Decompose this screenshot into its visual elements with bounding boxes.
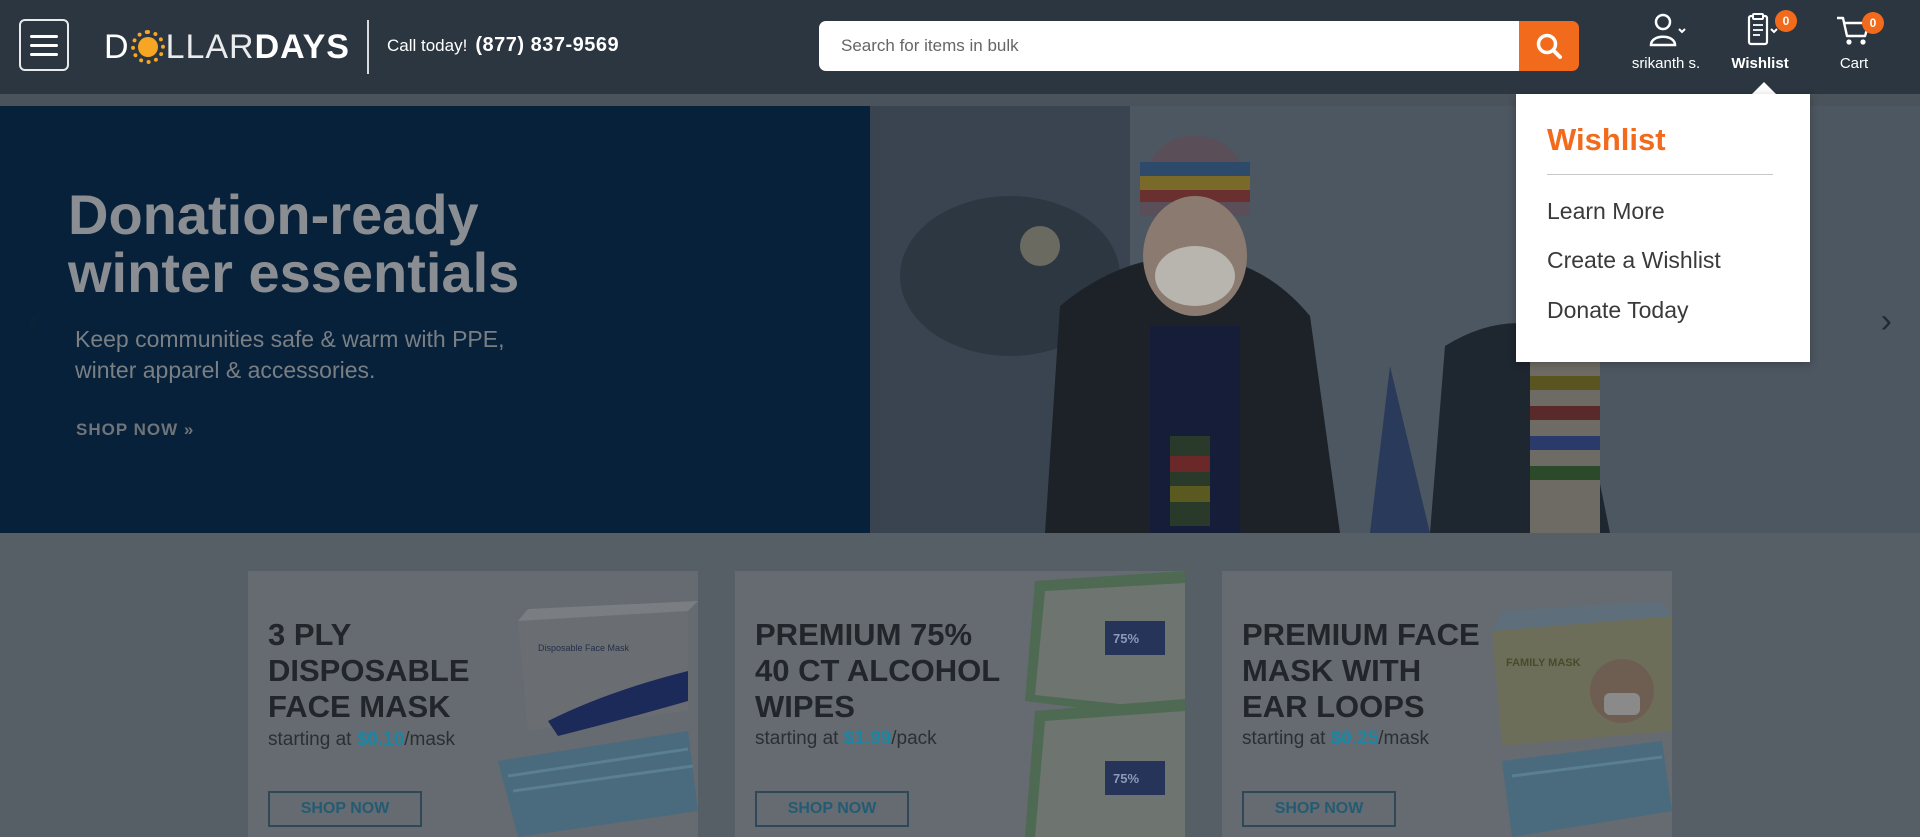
hero-subtitle-line: winter apparel & accessories. [75, 357, 376, 383]
shop-now-button[interactable]: SHOP NOW [1242, 791, 1396, 827]
wishlist-menu[interactable]: Wishlist 0 [1727, 10, 1797, 72]
call-info: Call today! (877) 837-9569 [387, 34, 619, 57]
shop-now-button[interactable]: SHOP NOW [268, 791, 422, 827]
cart-menu[interactable]: Cart 0 [1830, 12, 1884, 72]
promo-card[interactable]: PREMIUM 75% 40 CT ALCOHOL WIPES starting… [735, 571, 1185, 837]
hero-subtitle: Keep communities safe & warm with PPE, w… [75, 324, 595, 386]
promo-card-price: starting at $0.10/mask [268, 729, 455, 751]
hero-subtitle-line: Keep communities safe & warm with PPE, [75, 326, 505, 352]
logo-text-llar: LLAR [165, 27, 255, 66]
cart-count-badge: 0 [1862, 12, 1884, 34]
phone-number-link[interactable]: (877) 837-9569 [475, 34, 619, 57]
header-divider [367, 20, 369, 74]
wishlist-learn-more-link[interactable]: Learn More [1547, 198, 1665, 225]
hero-title-line: winter essentials [68, 241, 520, 304]
wishlist-create-link[interactable]: Create a Wishlist [1547, 247, 1721, 274]
price-prefix: starting at [755, 728, 839, 749]
search-icon [1536, 33, 1562, 59]
dropdown-caret [1752, 82, 1776, 94]
promo-card-price: starting at $0.25/mask [1242, 728, 1429, 750]
search-button[interactable] [1519, 21, 1579, 71]
promo-card-price: starting at $1.99/pack [755, 728, 937, 750]
price-prefix: starting at [268, 729, 352, 750]
promo-title-line: PREMIUM FACE [1242, 617, 1480, 652]
chevron-right-icon[interactable]: › [1881, 302, 1892, 341]
svg-text:75%: 75% [1113, 631, 1139, 646]
cart-label: Cart [1839, 55, 1869, 72]
hero-shop-now-link[interactable]: SHOP NOW » [76, 420, 194, 440]
promo-card[interactable]: PREMIUM FACE MASK WITH EAR LOOPS startin… [1222, 571, 1672, 837]
promo-title-line: WIPES [755, 689, 855, 724]
hero-text-panel: Donation-ready winter essentials Keep co… [0, 106, 870, 533]
wishlist-donate-link[interactable]: Donate Today [1547, 297, 1689, 324]
promo-title-line: MASK WITH [1242, 653, 1422, 688]
family-mask-box-image: FAMILY MASK [1492, 601, 1672, 837]
promo-title-line: 40 CT ALCOHOL [755, 653, 1001, 688]
price-unit: /mask [1378, 728, 1429, 749]
chevron-down-icon [1770, 28, 1778, 34]
wishlist-count-badge: 0 [1775, 10, 1797, 32]
menu-bar [30, 52, 58, 56]
wishlist-label: Wishlist [1731, 55, 1789, 72]
call-label: Call today! [387, 36, 468, 55]
promo-title-line: PREMIUM 75% [755, 617, 973, 652]
user-icon [1649, 13, 1686, 47]
face-mask-box-image: Disposable Face Mask [498, 601, 698, 837]
site-logo[interactable]: D LLAR DAYS [104, 27, 350, 67]
site-header: D LLAR DAYS Call today! (877) 837-9569 s… [0, 0, 1920, 94]
price-amount: $1.99 [843, 728, 892, 749]
price-prefix: starting at [1242, 728, 1326, 749]
svg-text:FAMILY MASK: FAMILY MASK [1506, 657, 1581, 669]
promo-card[interactable]: 3 PLY DISPOSABLE FACE MASK starting at $… [248, 571, 698, 837]
search-bar [819, 21, 1579, 71]
chevron-left-icon[interactable]: ‹ [28, 302, 39, 341]
wishlist-dropdown: Wishlist Learn More Create a Wishlist Do… [1516, 94, 1810, 362]
promo-section: 3 PLY DISPOSABLE FACE MASK starting at $… [0, 533, 1920, 837]
search-input[interactable] [819, 21, 1519, 71]
promo-card-title: PREMIUM 75% 40 CT ALCOHOL WIPES [755, 617, 1055, 725]
promo-title-line: EAR LOOPS [1242, 689, 1425, 724]
account-label: srikanth s. [1631, 55, 1701, 72]
logo-text-days: DAYS [254, 27, 350, 66]
hero-title: Donation-ready winter essentials [68, 186, 668, 302]
menu-bar [30, 34, 58, 38]
price-unit: /pack [891, 728, 937, 749]
sun-core [137, 37, 158, 57]
logo-text-d: D [104, 27, 130, 66]
divider [1547, 174, 1773, 175]
menu-bar [30, 43, 58, 47]
shop-now-button[interactable]: SHOP NOW [755, 791, 909, 827]
alcohol-wipes-pack-image: 75% 75% [1025, 571, 1185, 837]
price-amount: $0.10 [356, 729, 405, 750]
hamburger-menu-icon[interactable] [19, 19, 69, 71]
hero-title-line: Donation-ready [68, 183, 479, 246]
promo-card-title: PREMIUM FACE MASK WITH EAR LOOPS [1242, 617, 1492, 725]
wishlist-dropdown-title: Wishlist [1547, 122, 1666, 157]
svg-text:Disposable Face Mask: Disposable Face Mask [538, 643, 630, 653]
account-menu[interactable]: srikanth s. [1628, 12, 1704, 72]
price-unit: /mask [404, 729, 455, 750]
sun-icon [130, 30, 165, 64]
svg-text:75%: 75% [1113, 771, 1139, 786]
chevron-down-icon [1678, 28, 1686, 34]
price-amount: $0.25 [1330, 728, 1379, 749]
